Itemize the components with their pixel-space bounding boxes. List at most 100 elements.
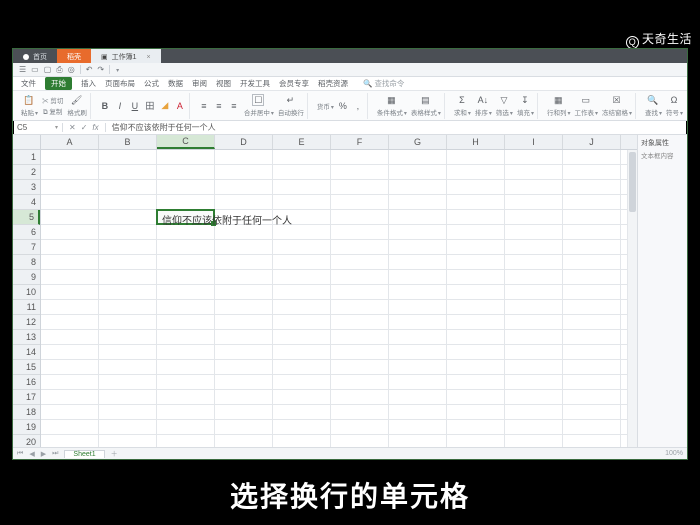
name-box[interactable]: C5▾ xyxy=(13,123,63,132)
menu-res[interactable]: 稻壳资源 xyxy=(318,78,348,89)
print-icon[interactable]: ⎙ xyxy=(56,65,62,75)
table-style-icon[interactable]: ▤ xyxy=(419,94,431,106)
cond-format-icon[interactable]: ▦ xyxy=(385,94,397,106)
save-icon[interactable]: ▭ xyxy=(31,65,39,74)
merge-icon[interactable]: ☐ xyxy=(252,94,264,106)
row-header-11[interactable]: 11 xyxy=(13,300,40,315)
preview-icon[interactable]: ◎ xyxy=(68,65,75,74)
row-header-19[interactable]: 19 xyxy=(13,420,40,435)
col-header-F[interactable]: F xyxy=(331,135,389,149)
sheet-nav-prev-icon[interactable]: ◀ xyxy=(29,450,34,458)
freeze-icon[interactable]: ☒ xyxy=(610,94,622,106)
row-header-20[interactable]: 20 xyxy=(13,435,40,447)
col-header-I[interactable]: I xyxy=(505,135,563,149)
menu-vip[interactable]: 会员专享 xyxy=(279,78,309,89)
row-header-1[interactable]: 1 xyxy=(13,150,40,165)
sheet-nav-next-icon[interactable]: ▶ xyxy=(41,450,46,458)
menu-insert[interactable]: 插入 xyxy=(81,78,96,89)
select-all-corner[interactable] xyxy=(13,135,41,150)
fill-icon[interactable]: ↧ xyxy=(519,94,531,106)
row-header-14[interactable]: 14 xyxy=(13,345,40,360)
col-header-D[interactable]: D xyxy=(215,135,273,149)
border-icon[interactable]: 田 xyxy=(144,100,156,112)
col-header-H[interactable]: H xyxy=(447,135,505,149)
undo-icon[interactable]: ↶ xyxy=(86,65,93,74)
menu-review[interactable]: 审阅 xyxy=(192,78,207,89)
tab-docer[interactable]: 稻壳 xyxy=(57,49,91,63)
row-header-15[interactable]: 15 xyxy=(13,360,40,375)
comma-icon[interactable]: , xyxy=(352,100,364,112)
zoom-level[interactable]: 100% xyxy=(665,450,683,457)
menu-dev[interactable]: 开发工具 xyxy=(240,78,270,89)
col-header-J[interactable]: J xyxy=(563,135,621,149)
sheet-nav-last-icon[interactable]: ⏭ xyxy=(52,450,58,458)
sheet-icon[interactable]: ▭ xyxy=(580,94,592,106)
menu-start[interactable]: 开始 xyxy=(45,77,72,90)
row-header-10[interactable]: 10 xyxy=(13,285,40,300)
sheet-tab[interactable]: Sheet1 xyxy=(64,450,104,458)
menu-layout[interactable]: 页面布局 xyxy=(105,78,135,89)
row-header-16[interactable]: 16 xyxy=(13,375,40,390)
row-header-17[interactable]: 17 xyxy=(13,390,40,405)
spreadsheet-grid[interactable]: ABCDEFGHIJ 12345678910111213141516171819… xyxy=(13,135,637,447)
side-panel-title: 对象属性 xyxy=(641,138,684,148)
underline-icon[interactable]: U xyxy=(129,100,141,112)
row-header-8[interactable]: 8 xyxy=(13,255,40,270)
sheet-nav-first-icon[interactable]: ⏮ xyxy=(17,450,23,458)
copy-button[interactable]: ⧉ 复制 xyxy=(43,106,62,117)
paste-icon[interactable]: 📋 xyxy=(23,94,35,106)
row-header-12[interactable]: 12 xyxy=(13,315,40,330)
row-header-13[interactable]: 13 xyxy=(13,330,40,345)
align-left-icon[interactable]: ≡ xyxy=(198,100,210,112)
command-search[interactable]: 🔍 查找命令 xyxy=(363,78,404,89)
fx-cancel-icon[interactable]: ✕ xyxy=(69,123,76,132)
row-header-2[interactable]: 2 xyxy=(13,165,40,180)
menu-formula[interactable]: 公式 xyxy=(144,78,159,89)
tab-home[interactable]: 首页 xyxy=(13,49,57,63)
qat-menu-icon[interactable]: ☰ xyxy=(19,65,26,74)
formula-input[interactable]: 信仰不应该依附于任何一个人 xyxy=(106,122,687,133)
rowcol-icon[interactable]: ▦ xyxy=(552,94,564,106)
col-header-B[interactable]: B xyxy=(99,135,157,149)
bold-icon[interactable]: B xyxy=(99,100,111,112)
side-panel-item[interactable]: 文本框内容 xyxy=(641,150,684,160)
number-format[interactable]: 货币 xyxy=(317,101,334,111)
qat-more-icon[interactable] xyxy=(115,65,119,74)
symbol-icon[interactable]: Ω xyxy=(668,94,680,106)
col-header-A[interactable]: A xyxy=(41,135,99,149)
menu-view[interactable]: 视图 xyxy=(216,78,231,89)
col-header-C[interactable]: C xyxy=(157,135,215,149)
menu-data[interactable]: 数据 xyxy=(168,78,183,89)
qat-open-icon[interactable]: ▢ xyxy=(44,65,52,74)
row-header-9[interactable]: 9 xyxy=(13,270,40,285)
cut-button[interactable]: ✂ 剪切 xyxy=(42,95,63,105)
row-header-4[interactable]: 4 xyxy=(13,195,40,210)
col-header-E[interactable]: E xyxy=(273,135,331,149)
italic-icon[interactable]: I xyxy=(114,100,126,112)
row-header-3[interactable]: 3 xyxy=(13,180,40,195)
sort-icon[interactable]: A↓ xyxy=(477,94,489,106)
wrap-icon[interactable]: ↵ xyxy=(284,94,296,106)
row-header-18[interactable]: 18 xyxy=(13,405,40,420)
fill-color-icon[interactable]: ◢ xyxy=(159,100,171,112)
row-header-6[interactable]: 6 xyxy=(13,225,40,240)
find-icon[interactable]: 🔍 xyxy=(647,94,659,106)
menu-file[interactable]: 文件 xyxy=(21,78,36,89)
row-header-7[interactable]: 7 xyxy=(13,240,40,255)
align-center-icon[interactable]: ≡ xyxy=(213,100,225,112)
filter-icon[interactable]: ▽ xyxy=(498,94,510,106)
sheet-tab-bar: ⏮ ◀ ▶ ⏭ Sheet1 ＋ 100% xyxy=(13,447,687,459)
redo-icon[interactable]: ↷ xyxy=(97,65,104,74)
vertical-scrollbar[interactable] xyxy=(627,150,637,447)
add-sheet-icon[interactable]: ＋ xyxy=(111,449,118,459)
sum-icon[interactable]: Σ xyxy=(456,94,468,106)
fx-icon[interactable]: fx xyxy=(92,123,98,132)
fx-ok-icon[interactable]: ✓ xyxy=(81,123,88,132)
percent-icon[interactable]: % xyxy=(337,100,349,112)
format-painter-icon[interactable]: 🖌 xyxy=(71,94,83,106)
tab-workbook[interactable]: ▣工作簿1× xyxy=(91,49,161,63)
col-header-G[interactable]: G xyxy=(389,135,447,149)
align-right-icon[interactable]: ≡ xyxy=(228,100,240,112)
font-color-icon[interactable]: A xyxy=(174,100,186,112)
row-header-5[interactable]: 5 xyxy=(13,210,40,225)
